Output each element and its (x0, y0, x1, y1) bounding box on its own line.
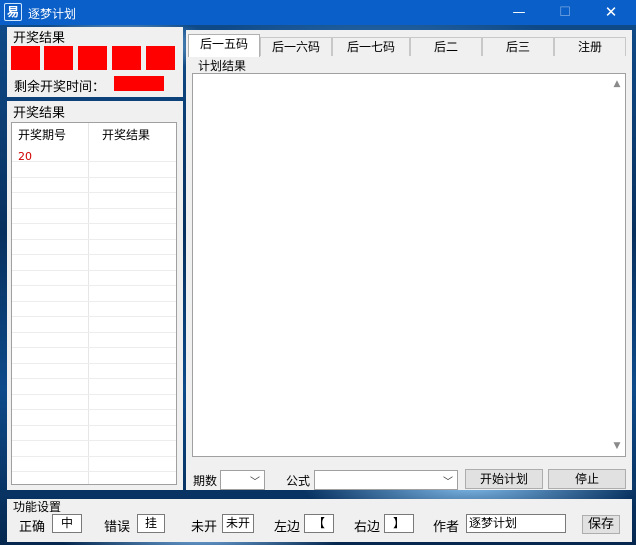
list-row (12, 147, 176, 162)
function-settings-legend: 功能设置 (13, 500, 62, 514)
result-ball-2 (44, 46, 73, 70)
right-bracket-label: 右边 (354, 520, 381, 535)
list-row (12, 333, 176, 348)
tab-hou-san[interactable]: 后三 (482, 37, 554, 56)
right-bracket-input[interactable]: 】 (384, 514, 414, 533)
wrong-input[interactable]: 挂 (137, 514, 165, 533)
list-row (12, 256, 176, 271)
result-ball-3 (78, 46, 107, 70)
save-button[interactable]: 保存 (582, 515, 620, 534)
list-row (12, 225, 176, 240)
list-row (12, 194, 176, 209)
column-header-issue[interactable]: 开奖期号 (18, 123, 66, 147)
tab-hou-yi-qi-ma[interactable]: 后一七码 (332, 37, 410, 56)
list-row (12, 364, 176, 379)
title-bar[interactable]: 易 逐梦计划 — ☐ ✕ (0, 0, 636, 25)
periods-label: 期数 (193, 474, 218, 488)
wrong-label: 错误 (104, 520, 131, 535)
list-row (12, 302, 176, 317)
result-ball-1 (11, 46, 40, 70)
tab-hou-er[interactable]: 后二 (410, 37, 482, 56)
list-row (12, 473, 176, 485)
plan-result-textarea[interactable]: ▲ ▼ (192, 73, 626, 457)
row-issue: 20 (18, 150, 32, 163)
scroll-up-icon[interactable]: ▲ (611, 78, 623, 90)
left-bracket-label: 左边 (274, 520, 301, 535)
correct-label: 正确 (19, 520, 46, 535)
left-bracket-input[interactable]: 【 (304, 514, 334, 533)
list-row (12, 287, 176, 302)
list-row (12, 209, 176, 224)
list-row (12, 411, 176, 426)
list-row (12, 426, 176, 441)
list-row (12, 457, 176, 472)
results-legend: 开奖结果 (13, 31, 66, 46)
history-list[interactable]: 开奖期号 开奖结果 20 (11, 122, 177, 485)
correct-input[interactable]: 中 (52, 514, 82, 533)
chevron-down-icon: ﹀ (250, 477, 260, 488)
list-row (12, 442, 176, 457)
formula-select[interactable]: ﹀ (314, 470, 458, 490)
scroll-down-icon[interactable]: ▼ (611, 440, 623, 452)
list-row (12, 349, 176, 364)
unopened-label: 未开 (191, 520, 218, 535)
tab-register[interactable]: 注册 (554, 37, 626, 56)
window-title: 逐梦计划 (28, 7, 77, 21)
app-logo-icon: 易 (4, 3, 22, 21)
tab-hou-yi-wu-ma[interactable]: 后一五码 (188, 34, 260, 57)
unopened-input[interactable]: 未开 (222, 514, 254, 533)
stop-button[interactable]: 停止 (548, 469, 626, 489)
author-input[interactable]: 逐梦计划 (466, 514, 566, 533)
remaining-time-label: 剩余开奖时间： (14, 80, 106, 95)
author-label: 作者 (433, 520, 460, 535)
formula-label: 公式 (286, 474, 311, 488)
plan-result-legend: 计划结果 (198, 59, 247, 73)
remaining-time-value (114, 76, 164, 91)
periods-select[interactable]: ﹀ (220, 470, 265, 490)
list-row (12, 178, 176, 193)
list-row (12, 271, 176, 286)
history-legend: 开奖结果 (13, 106, 66, 121)
list-row (12, 318, 176, 333)
minimize-button[interactable]: — (496, 0, 542, 25)
result-ball-4 (112, 46, 141, 70)
list-row (12, 395, 176, 410)
list-row (12, 380, 176, 395)
list-row (12, 240, 176, 255)
start-plan-button[interactable]: 开始计划 (465, 469, 543, 489)
tab-hou-yi-liu-ma[interactable]: 后一六码 (260, 37, 332, 56)
close-button[interactable]: ✕ (588, 0, 634, 25)
result-ball-5 (146, 46, 175, 70)
list-row (12, 163, 176, 178)
column-header-result[interactable]: 开奖结果 (102, 123, 150, 147)
maximize-button[interactable]: ☐ (542, 0, 588, 25)
chevron-down-icon: ﹀ (443, 477, 453, 488)
